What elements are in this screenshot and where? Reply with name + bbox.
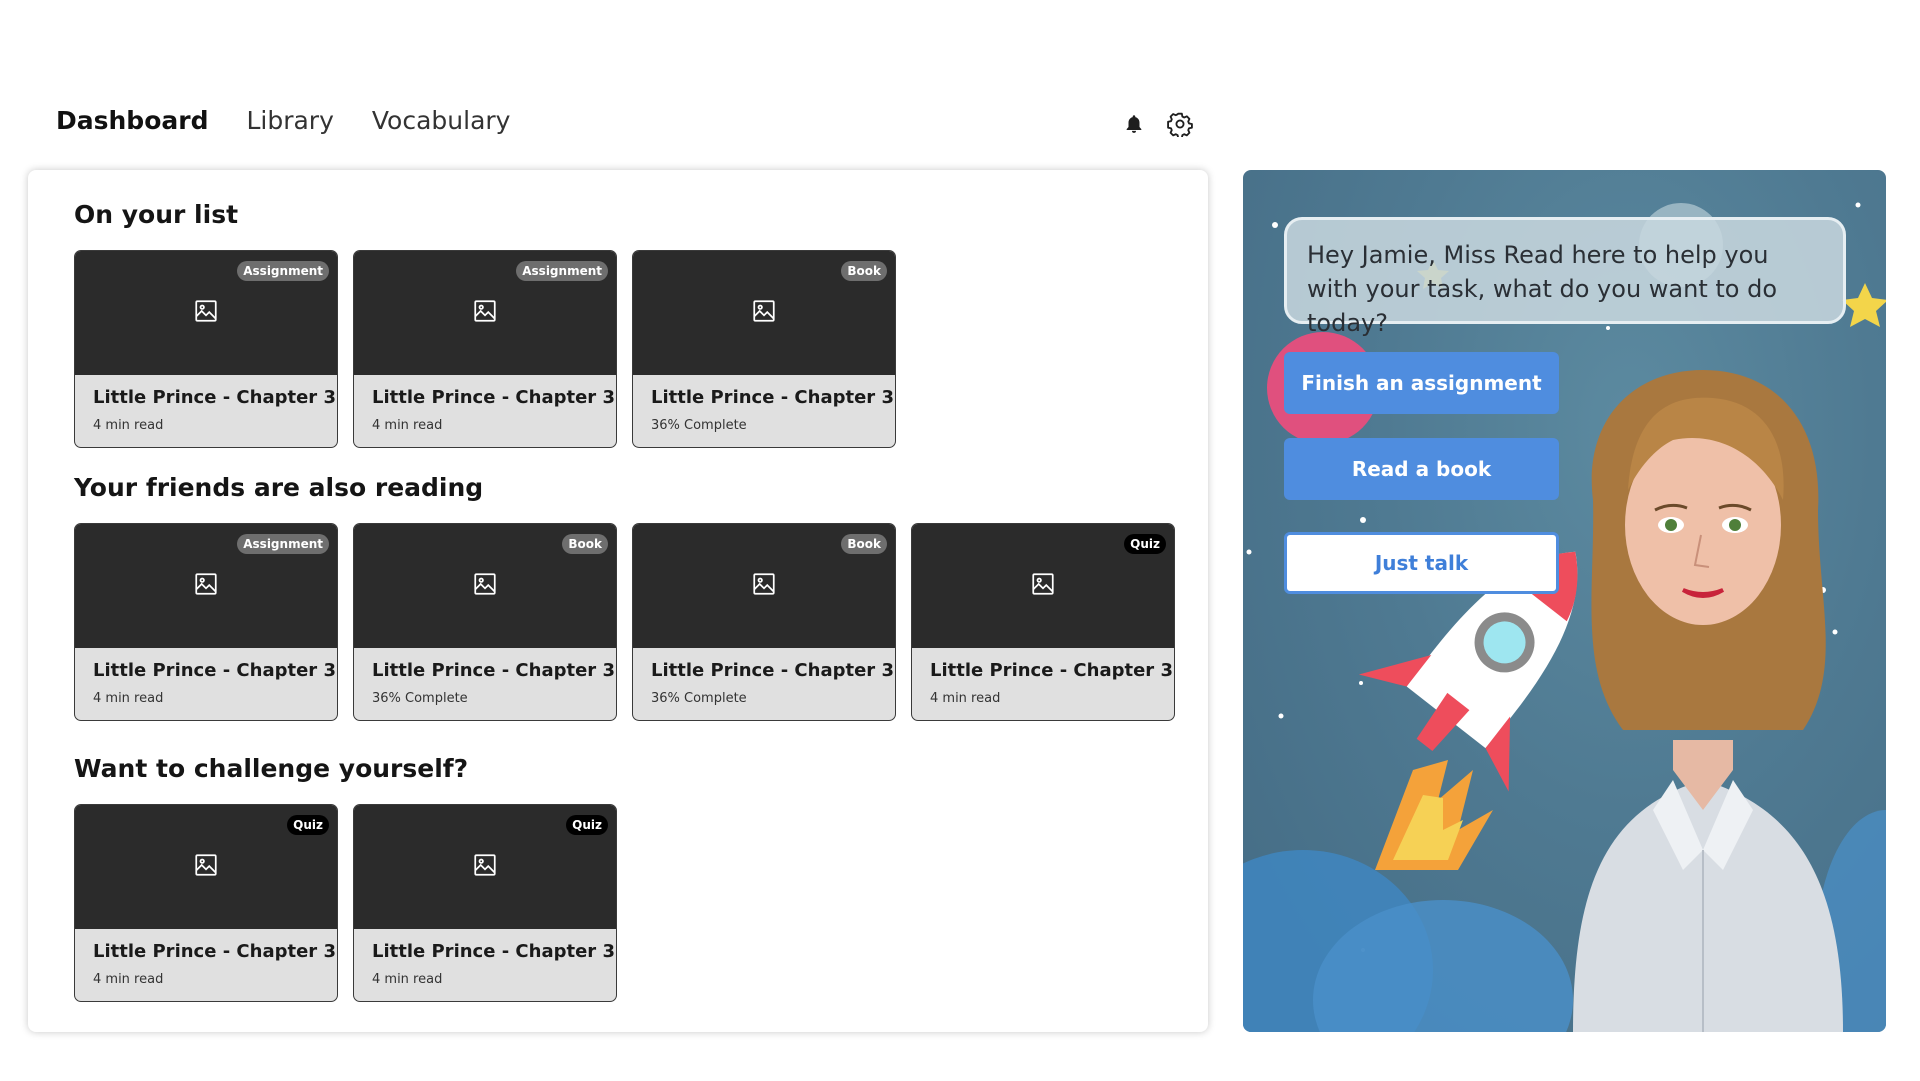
card-thumbnail: Quiz (912, 524, 1174, 648)
card-title: Little Prince - Chapter 3 (93, 660, 336, 681)
image-placeholder-icon (193, 571, 219, 601)
card-thumbnail: Book (633, 251, 895, 375)
assistant-message-bubble: Hey Jamie, Miss Read here to help you wi… (1284, 217, 1846, 337)
card-type-badge: Book (841, 534, 887, 554)
card-meta: 4 min read (93, 691, 164, 706)
finish-assignment-button[interactable]: Finish an assignment (1284, 352, 1559, 414)
card-title: Little Prince - Chapter 3 (651, 660, 894, 681)
card-meta: 4 min read (93, 972, 164, 987)
image-placeholder-icon (472, 571, 498, 601)
card-thumbnail: Quiz (354, 805, 616, 929)
card-info: Little Prince - Chapter 3 4 min read (75, 929, 337, 999)
card-info: Little Prince - Chapter 3 4 min read (75, 648, 337, 718)
card-meta: 4 min read (372, 418, 443, 433)
card-info: Little Prince - Chapter 3 36% Complete (633, 375, 895, 445)
reading-card[interactable]: Quiz Little Prince - Chapter 3 4 min read (353, 804, 617, 1002)
card-type-badge: Book (562, 534, 608, 554)
card-thumbnail: Assignment (354, 251, 616, 375)
image-placeholder-icon (751, 298, 777, 328)
top-nav: Dashboard Library Vocabulary (56, 106, 510, 135)
top-actions (1120, 110, 1194, 138)
image-placeholder-icon (193, 298, 219, 328)
image-placeholder-icon (751, 571, 777, 601)
section-title-challenge: Want to challenge yourself? (74, 754, 469, 783)
card-title: Little Prince - Chapter 3 (372, 387, 615, 408)
card-title: Little Prince - Chapter 3 (93, 387, 336, 408)
card-title: Little Prince - Chapter 3 (651, 387, 894, 408)
card-info: Little Prince - Chapter 3 4 min read (354, 375, 616, 445)
nav-dashboard[interactable]: Dashboard (56, 106, 208, 135)
main-panel: On your list Assignment Little Prince - C… (28, 170, 1208, 1032)
bell-icon[interactable] (1120, 110, 1148, 138)
card-type-badge: Quiz (1124, 534, 1166, 554)
card-thumbnail: Book (633, 524, 895, 648)
card-type-badge: Assignment (516, 261, 608, 281)
just-talk-button[interactable]: Just talk (1284, 532, 1559, 594)
card-title: Little Prince - Chapter 3 (93, 941, 336, 962)
read-book-button[interactable]: Read a book (1284, 438, 1559, 500)
assistant-avatar (1573, 370, 1843, 1032)
image-placeholder-icon (472, 852, 498, 882)
card-type-badge: Book (841, 261, 887, 281)
card-meta: 36% Complete (372, 691, 468, 706)
card-row-on-your-list: Assignment Little Prince - Chapter 3 4 min… (74, 250, 896, 448)
card-meta: 4 min read (372, 972, 443, 987)
card-title: Little Prince - Chapter 3 (372, 660, 615, 681)
card-type-badge: Assignment (237, 261, 329, 281)
card-info: Little Prince - Chapter 3 4 min read (75, 375, 337, 445)
reading-card[interactable]: Assignment Little Prince - Chapter 3 4 min… (74, 523, 338, 721)
card-thumbnail: Assignment (75, 251, 337, 375)
card-row-friends-reading: Assignment Little Prince - Chapter 3 4 min… (74, 523, 1175, 721)
reading-card[interactable]: Quiz Little Prince - Chapter 3 4 min read (74, 804, 338, 1002)
reading-card[interactable]: Book Little Prince - Chapter 3 36% Complet… (632, 523, 896, 721)
assistant-panel: Hey Jamie, Miss Read here to help you wi… (1243, 170, 1886, 1032)
card-info: Little Prince - Chapter 3 36% Complete (633, 648, 895, 718)
card-meta: 4 min read (93, 418, 164, 433)
reading-card[interactable]: Assignment Little Prince - Chapter 3 4 min… (74, 250, 338, 448)
card-info: Little Prince - Chapter 3 4 min read (912, 648, 1174, 718)
card-meta: 36% Complete (651, 691, 747, 706)
card-type-badge: Quiz (287, 815, 329, 835)
card-meta: 36% Complete (651, 418, 747, 433)
card-title: Little Prince - Chapter 3 (930, 660, 1173, 681)
card-type-badge: Quiz (566, 815, 608, 835)
image-placeholder-icon (193, 852, 219, 882)
card-type-badge: Assignment (237, 534, 329, 554)
image-placeholder-icon (472, 298, 498, 328)
reading-card[interactable]: Quiz Little Prince - Chapter 3 4 min read (911, 523, 1175, 721)
dashboard-page: Dashboard Library Vocabulary On your lis… (0, 0, 1920, 1081)
section-title-friends-reading: Your friends are also reading (74, 473, 484, 502)
reading-card[interactable]: Book Little Prince - Chapter 3 36% Complet… (353, 523, 617, 721)
card-thumbnail: Assignment (75, 524, 337, 648)
image-placeholder-icon (1030, 571, 1056, 601)
card-info: Little Prince - Chapter 3 4 min read (354, 929, 616, 999)
card-title: Little Prince - Chapter 3 (372, 941, 615, 962)
card-thumbnail: Quiz (75, 805, 337, 929)
reading-card[interactable]: Assignment Little Prince - Chapter 3 4 min… (353, 250, 617, 448)
reading-card[interactable]: Book Little Prince - Chapter 3 36% Complet… (632, 250, 896, 448)
card-info: Little Prince - Chapter 3 36% Complete (354, 648, 616, 718)
section-title-on-your-list: On your list (74, 200, 239, 229)
card-thumbnail: Book (354, 524, 616, 648)
nav-vocabulary[interactable]: Vocabulary (372, 106, 511, 135)
card-row-challenge: Quiz Little Prince - Chapter 34 min read Q… (74, 804, 617, 1002)
card-meta: 4 min read (930, 691, 1001, 706)
gear-icon[interactable] (1166, 110, 1194, 138)
nav-library[interactable]: Library (246, 106, 333, 135)
